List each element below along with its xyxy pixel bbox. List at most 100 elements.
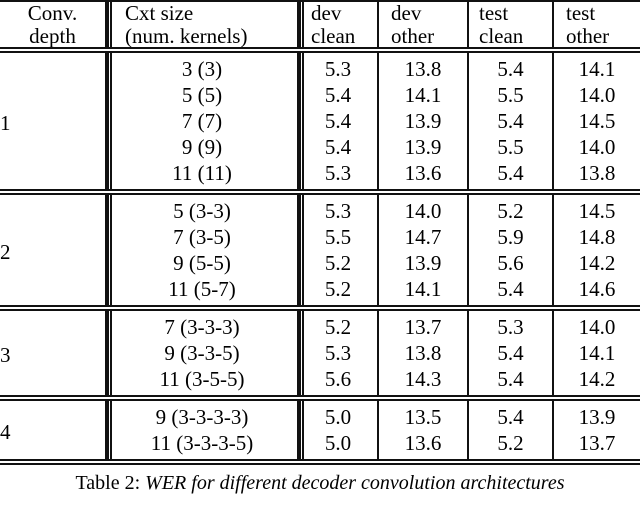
depth-block: 49 (3-3-3-3) 5.0 13.5 5.4 13.9 11 (3-3-3-5) 5.… [0, 401, 640, 460]
cell-cxt-size: 7 (7) [105, 108, 298, 135]
cell-cxt-size: 9 (9) [105, 134, 298, 161]
cell-test-clean: 5.9 [467, 224, 553, 251]
cell-dev-other: 13.7 [377, 311, 468, 341]
cell-test-clean: 5.5 [467, 82, 553, 109]
cell-cxt-size: 5 (3-3) [105, 195, 298, 225]
cell-cxt-size: 3 (3) [105, 53, 298, 83]
cell-test-other: 14.2 [552, 366, 640, 396]
results-table: Conv. depth Cxt size (num. kernels) dev … [0, 1, 640, 48]
cell-dev-clean: 5.0 [297, 401, 378, 431]
header-conv-depth-line2: depth [29, 23, 76, 48]
header-test-clean-line1: test [479, 1, 509, 25]
cell-dev-other: 13.8 [377, 340, 468, 367]
cell-dev-other: 14.3 [377, 366, 468, 396]
header-dev-other-line2: other [391, 23, 435, 48]
cell-cxt-size: 11 (11) [105, 160, 298, 190]
cell-dev-clean: 5.4 [297, 82, 378, 109]
cell-test-other: 14.1 [552, 53, 640, 83]
cell-cxt-size: 9 (3-3-3-3) [105, 401, 298, 431]
cell-test-other: 14.2 [552, 250, 640, 277]
cell-cxt-size: 7 (3-5) [105, 224, 298, 251]
cell-cxt-size: 9 (3-3-5) [105, 340, 298, 367]
table-bottom-double-rule [0, 459, 640, 466]
cell-test-other: 14.8 [552, 224, 640, 251]
cell-test-clean: 5.4 [467, 160, 553, 190]
cell-dev-other: 13.6 [377, 430, 468, 460]
cell-dev-other: 13.6 [377, 160, 468, 190]
table-body: 13 (3) 5.3 13.8 5.4 14.1 5 (5) 5.4 14.1 5.5 14.0 7… [0, 53, 640, 460]
cell-test-other: 14.0 [552, 311, 640, 341]
depth-block: 25 (3-3) 5.3 14.0 5.2 14.5 7 (3-5) 5.5 14.7 5.9 1… [0, 195, 640, 306]
header-cxt-size-line1: Cxt size [125, 1, 194, 25]
cell-dev-clean: 5.2 [297, 311, 378, 341]
header-test-other: test other [552, 1, 640, 48]
cell-dev-clean: 5.2 [297, 276, 378, 306]
cell-dev-clean: 5.5 [297, 224, 378, 251]
cell-dev-clean: 5.2 [297, 250, 378, 277]
cell-test-clean: 5.4 [467, 53, 553, 83]
header-row: Conv. depth Cxt size (num. kernels) dev … [0, 1, 640, 48]
cell-test-other: 14.6 [552, 276, 640, 306]
cell-conv-depth: 2 [0, 239, 11, 264]
header-dev-clean-line2: clean [311, 23, 356, 48]
cell-test-clean: 5.2 [467, 195, 553, 225]
cell-test-clean: 5.4 [467, 276, 553, 306]
cell-dev-clean: 5.3 [297, 195, 378, 225]
cell-dev-other: 13.9 [377, 250, 468, 277]
table-row: 2 5 (3-3) 5.3 14.0 5.2 14.5 [0, 195, 640, 263]
cell-dev-other: 14.0 [377, 195, 468, 225]
header-conv-depth-line1: Conv. [27, 1, 78, 25]
cell-dev-other: 13.9 [377, 108, 468, 135]
table-row: 37 (3-3-3) 5.2 13.7 5.3 14.0 [0, 311, 640, 366]
cell-test-other: 14.5 [552, 108, 640, 135]
depth-block: 13 (3) 5.3 13.8 5.4 14.1 5 (5) 5.4 14.1 5.5 14.0 7… [0, 53, 640, 190]
cell-dev-clean: 5.3 [297, 53, 378, 83]
cell-cxt-size: 7 (3-3-3) [105, 311, 298, 341]
cell-test-other: 14.1 [552, 340, 640, 367]
header-test-other-line2: other [566, 23, 610, 48]
cell-test-other: 14.0 [552, 134, 640, 161]
cell-test-other: 14.0 [552, 82, 640, 109]
header-test-other-line1: test [566, 1, 596, 25]
cell-test-clean: 5.2 [467, 430, 553, 460]
cell-dev-clean: 5.0 [297, 430, 378, 460]
depth-block: 37 (3-3-3) 5.2 13.7 5.3 14.0 9 (3-3-5) 5.3 13.8… [0, 311, 640, 396]
cell-conv-depth: 1 [0, 110, 11, 135]
header-test-clean: test clean [467, 1, 553, 48]
header-dev-clean-line1: dev [311, 1, 342, 25]
cell-cxt-size: 5 (5) [105, 82, 298, 109]
cell-test-other: 13.7 [552, 430, 640, 460]
header-test-clean-line2: clean [479, 23, 524, 48]
header-dev-other: dev other [377, 1, 468, 48]
cell-cxt-size: 11 (5-7) [105, 276, 298, 306]
cell-dev-clean: 5.4 [297, 134, 378, 161]
cell-conv-depth: 3 [0, 342, 11, 367]
header-dev-clean: dev clean [297, 1, 378, 48]
cell-test-clean: 5.4 [467, 108, 553, 135]
cell-cxt-size: 11 (3-3-3-5) [105, 430, 298, 460]
table-row: 4 9 (3-3-3-3) 5.0 13.5 5.4 13.9 [0, 401, 640, 443]
cell-test-clean: 5.4 [467, 401, 553, 431]
header-conv-depth: Conv. depth [0, 2, 106, 47]
cell-cxt-size: 9 (5-5) [105, 250, 298, 277]
table-header: Conv. depth Cxt size (num. kernels) dev … [0, 1, 640, 48]
cell-test-other: 13.8 [552, 160, 640, 190]
table-row: 13 (3) 5.3 13.8 5.4 14.1 [0, 53, 640, 134]
cell-test-clean: 5.4 [467, 340, 553, 367]
cell-dev-other: 13.8 [377, 53, 468, 83]
header-cxt-size-line2: (num. kernels) [125, 23, 248, 48]
cell-dev-other: 13.9 [377, 134, 468, 161]
cell-dev-other: 14.1 [377, 276, 468, 306]
cell-dev-other: 13.5 [377, 401, 468, 431]
cell-dev-clean: 5.3 [297, 160, 378, 190]
header-dev-other-line1: dev [391, 1, 422, 25]
cell-dev-clean: 5.6 [297, 366, 378, 396]
cell-dev-clean: 5.3 [297, 340, 378, 367]
cell-dev-clean: 5.4 [297, 108, 378, 135]
cell-test-clean: 5.3 [467, 311, 553, 341]
cell-dev-other: 14.1 [377, 82, 468, 109]
cell-test-clean: 5.6 [467, 250, 553, 277]
cell-test-other: 14.5 [552, 195, 640, 225]
cell-test-clean: 5.4 [467, 366, 553, 396]
cell-conv-depth: 4 [0, 419, 11, 444]
